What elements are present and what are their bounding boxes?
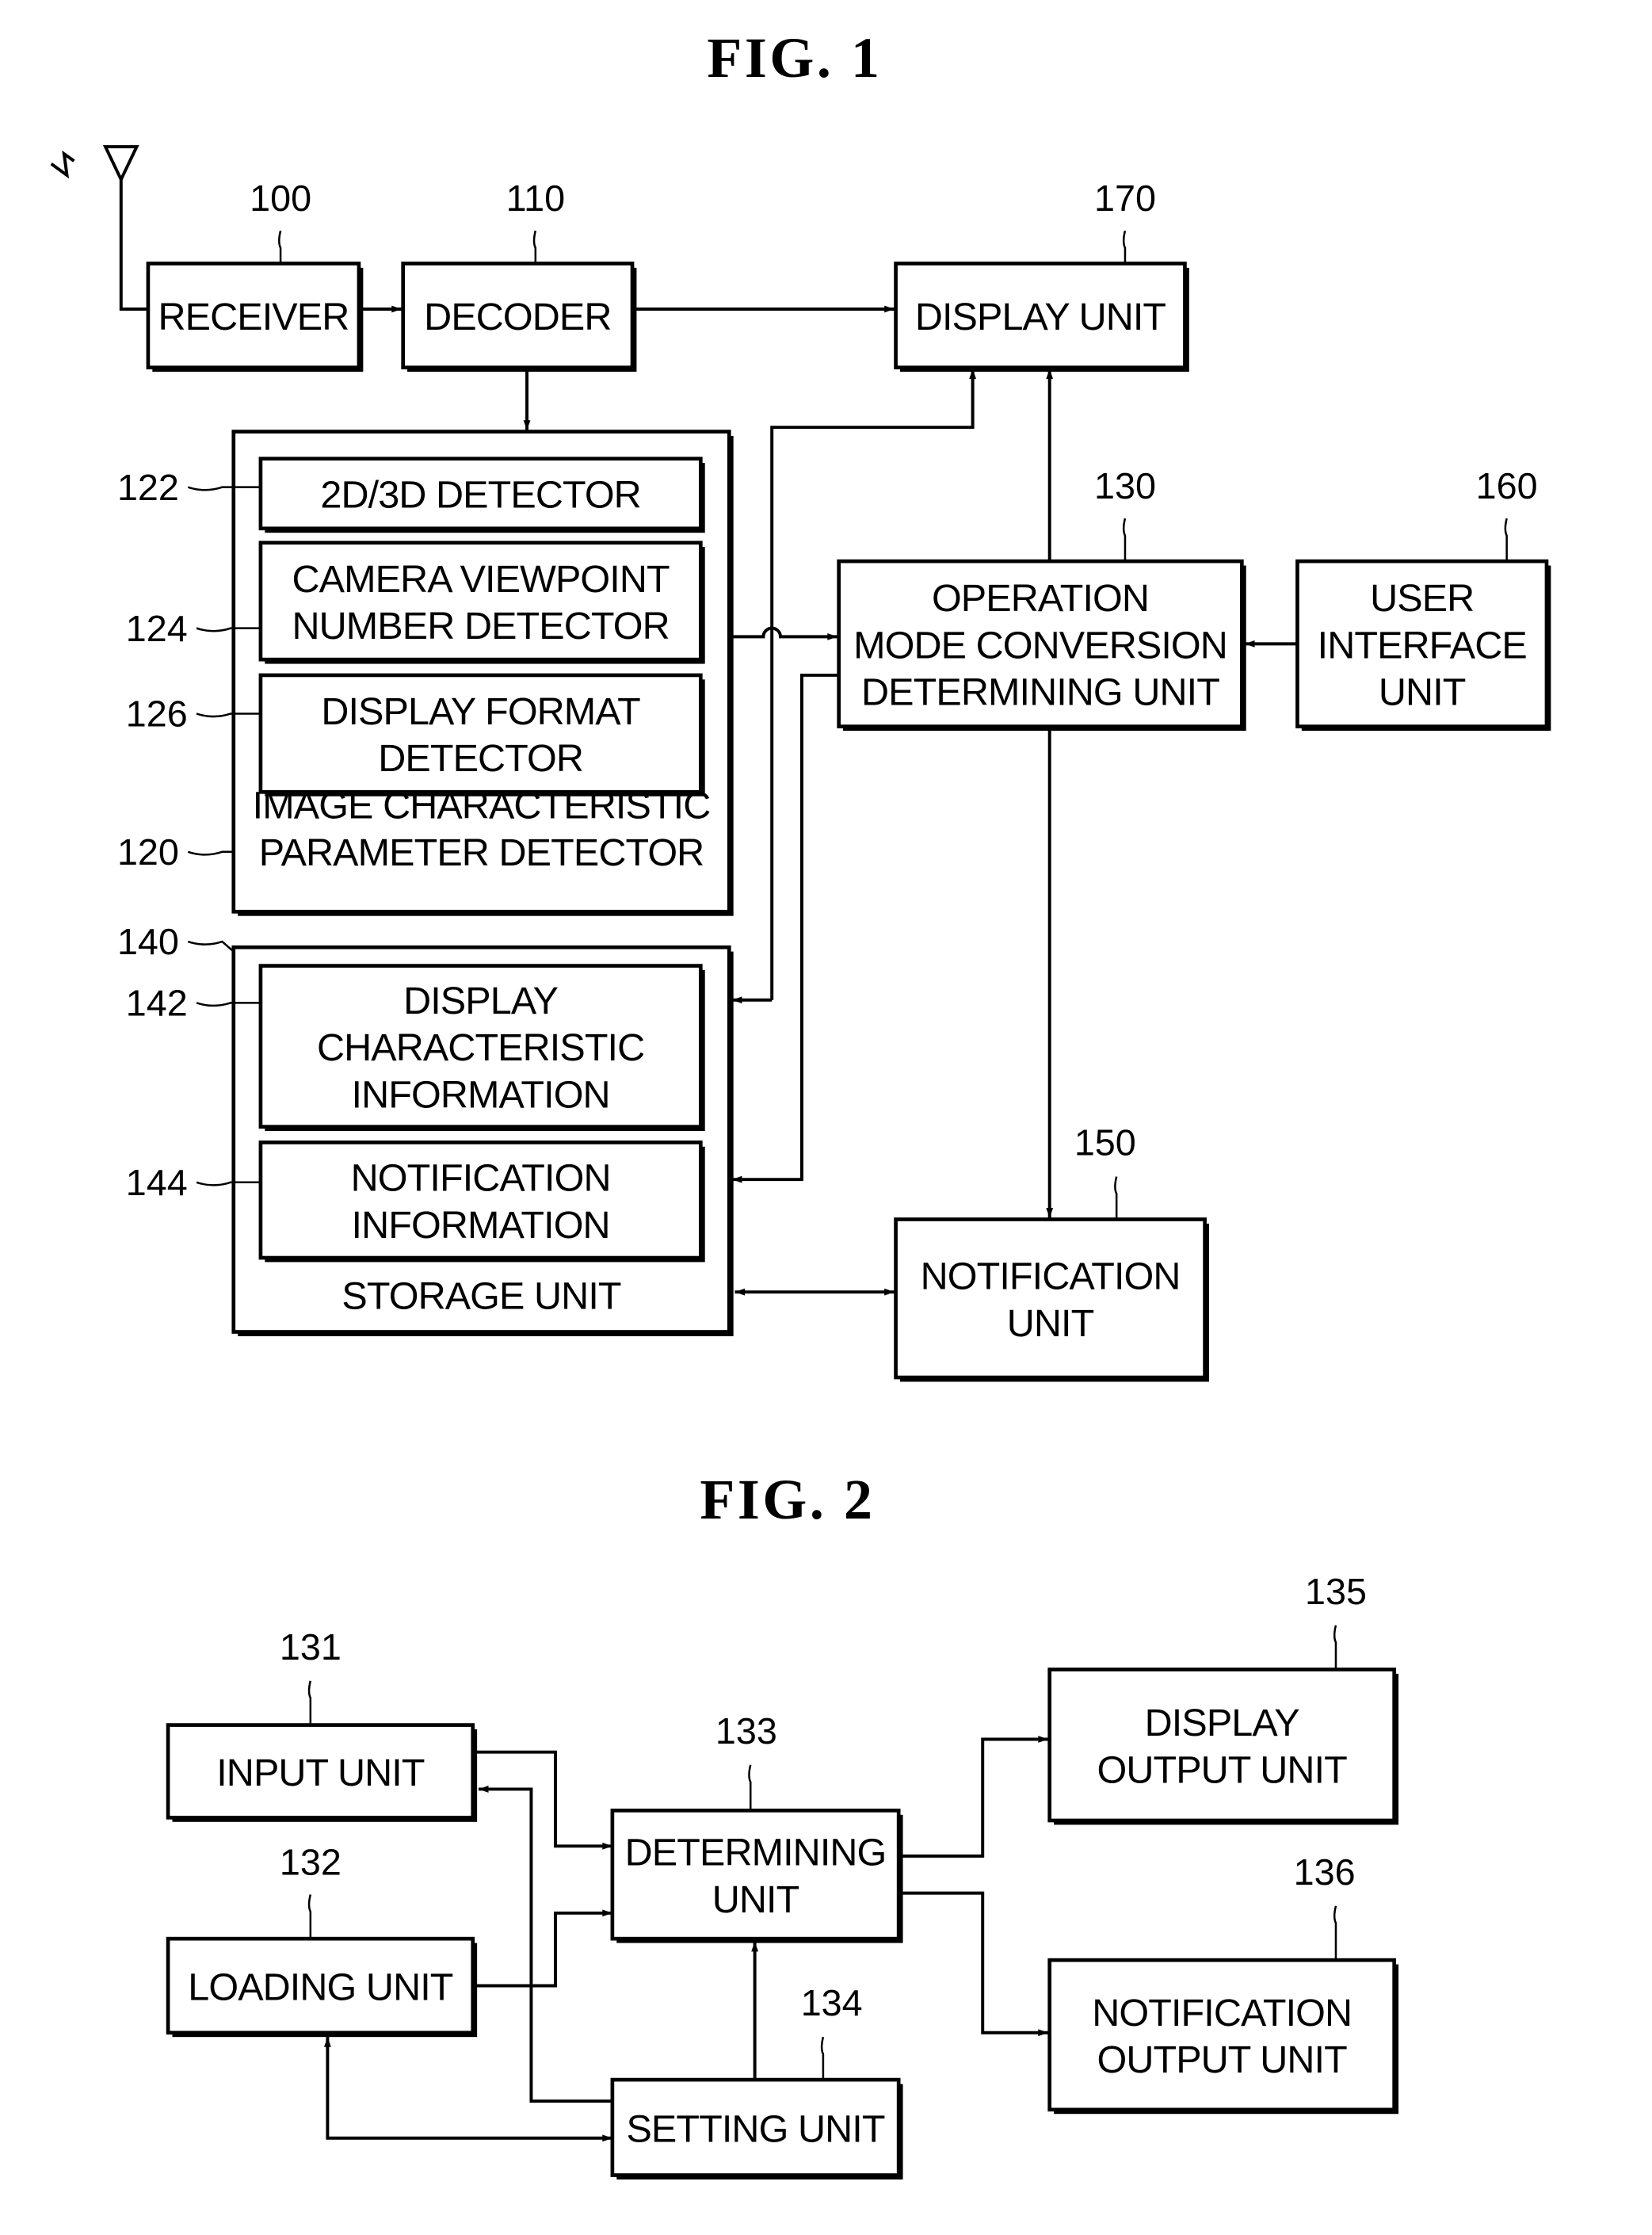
fig1-title: FIG. 1 [707,26,882,90]
block-label-line: NOTIFICATION [1092,1992,1352,2034]
op-mode-block: OPERATIONMODE CONVERSIONDETERMINING UNIT… [837,465,1246,732]
notification-unit-block: NOTIFICATIONUNIT 150 [894,1122,1210,1382]
loading-unit-block: LOADING UNIT 132 [166,1841,478,2038]
leader-line [820,2036,825,2080]
display-output-block: DISPLAYOUTPUT UNIT 135 [1047,1571,1399,1825]
input-to-determining-arrow [475,1750,612,1850]
reference-numeral: 135 [1305,1571,1367,1612]
notification-output-block: NOTIFICATIONOUTPUT UNIT 136 [1047,1851,1399,2115]
determining-unit-block: DETERMININGUNIT 133 [610,1710,903,1943]
leader-line [1333,1905,1337,1961]
leader-line [307,1894,312,1939]
block-label-line: PARAMETER DETECTOR [259,831,704,874]
leader-line [187,850,234,856]
block-label-line: UNIT [1007,1302,1094,1345]
determining-to-display-output-arrow [902,1736,1048,1858]
leader-line [1122,518,1127,562]
receiver-block: RECEIVER 100 [146,178,364,372]
detector-2d3d-block: 2D/3D DETECTOR 122 [117,457,705,533]
block-frame [1047,1958,1397,2112]
reference-numeral: 140 [117,921,179,962]
block-label-line: STORAGE UNIT [341,1275,621,1318]
reference-numeral: 136 [1294,1851,1356,1893]
block-label-line: OUTPUT UNIT [1097,1748,1347,1791]
setting-unit-block: SETTING UNIT 134 [610,1982,903,2180]
display-format-block: DISPLAY FORMATDETECTOR 126 [126,673,705,797]
leader-line [1122,230,1127,264]
block-label-line: DETERMINING [625,1832,887,1874]
block-label-line: MODE CONVERSION [853,624,1227,667]
setting-to-input-arrow [478,1786,612,2103]
block-label-line: DETERMINING UNIT [861,671,1219,714]
antenna-icon [50,145,148,311]
camera-viewpoint-block: CAMERA VIEWPOINTNUMBER DETECTOR 124 [126,541,705,664]
reference-numeral: 120 [117,831,179,873]
reference-numeral: 150 [1074,1122,1136,1163]
setting-loading-arrow [324,2037,612,2142]
block-label-line: INFORMATION [352,1204,610,1247]
block-label-line: OPERATION [932,577,1149,620]
decoder-block: DECODER 110 [401,178,637,372]
block-label-line: NOTIFICATION [921,1255,1181,1298]
block-label-line: 2D/3D DETECTOR [320,474,640,517]
reference-numeral: 144 [126,1162,188,1203]
reference-numeral: 133 [715,1710,777,1752]
block-label-line: INFORMATION [352,1073,610,1116]
op-to-notification-info-arrow [731,673,837,1183]
fig2-title: FIG. 2 [700,1468,875,1531]
reference-numeral: 160 [1476,465,1538,506]
block-label-line: DETECTOR [378,737,583,780]
loading-to-determining-arrow [475,1909,612,1988]
leader-line [1504,518,1508,562]
block-label-line: INPUT UNIT [216,1752,425,1794]
reference-numeral: 130 [1094,465,1156,506]
determining-to-notification-output-arrow [902,1891,1048,2037]
block-label-line: DISPLAY FORMAT [321,690,640,733]
detector-to-op-arrow [731,626,837,640]
user-interface-block: USERINTERFACEUNIT 160 [1295,465,1551,732]
reference-numeral: 134 [801,1982,863,2023]
leader-line [307,1680,312,1725]
reference-numeral: 142 [126,982,188,1023]
block-frame [894,1217,1207,1380]
block-label-line: DECODER [424,296,611,338]
block-label-line: LOADING UNIT [188,1966,453,2008]
input-unit-block: INPUT UNIT 131 [166,1626,478,1822]
block-label-line: NUMBER DETECTOR [292,605,670,648]
block-label-line: RECEIVER [158,296,349,338]
reference-numeral: 124 [126,608,188,649]
block-label-line: DISPLAY [1145,1702,1300,1744]
leader-line [748,1764,752,1811]
leader-line [187,940,235,953]
block-label-line: CAMERA VIEWPOINT [292,558,670,601]
block-label-line: DISPLAY UNIT [915,296,1166,338]
reference-numeral: 122 [117,467,179,508]
reference-numeral: 132 [280,1841,341,1882]
patent-diagram: FIG. 1 FIG. 2 RECEIVER 100 DECODER 110 DISPL… [50,26,1551,2180]
reference-numeral: 131 [280,1626,341,1668]
block-label-line: CHARACTERISTIC [317,1026,644,1069]
block-label-line: USER [1370,577,1474,620]
block-label-line: INTERFACE [1318,624,1527,667]
block-label-line: OUTPUT UNIT [1097,2038,1347,2081]
leader-line [1333,1625,1337,1670]
display-char-info-block: DISPLAYCHARACTERISTICINFORMATION 142 [126,964,705,1132]
reference-numeral: 100 [250,178,311,219]
leader-line [278,230,282,264]
block-frame [1047,1668,1397,1823]
leader-line [532,230,537,264]
block-label-line: UNIT [712,1878,799,1921]
reference-numeral: 170 [1094,178,1156,219]
reference-numeral: 110 [506,178,565,219]
leader-line [1114,1176,1118,1220]
display-unit-block: DISPLAY UNIT 170 [894,178,1189,372]
block-label-line: SETTING UNIT [626,2107,884,2150]
reference-numeral: 126 [126,693,188,735]
block-label-line: UNIT [1379,671,1466,714]
block-label-line: NOTIFICATION [351,1157,611,1200]
notification-info-block: NOTIFICATIONINFORMATION 144 [126,1140,705,1263]
block-label-line: DISPLAY [403,980,559,1022]
